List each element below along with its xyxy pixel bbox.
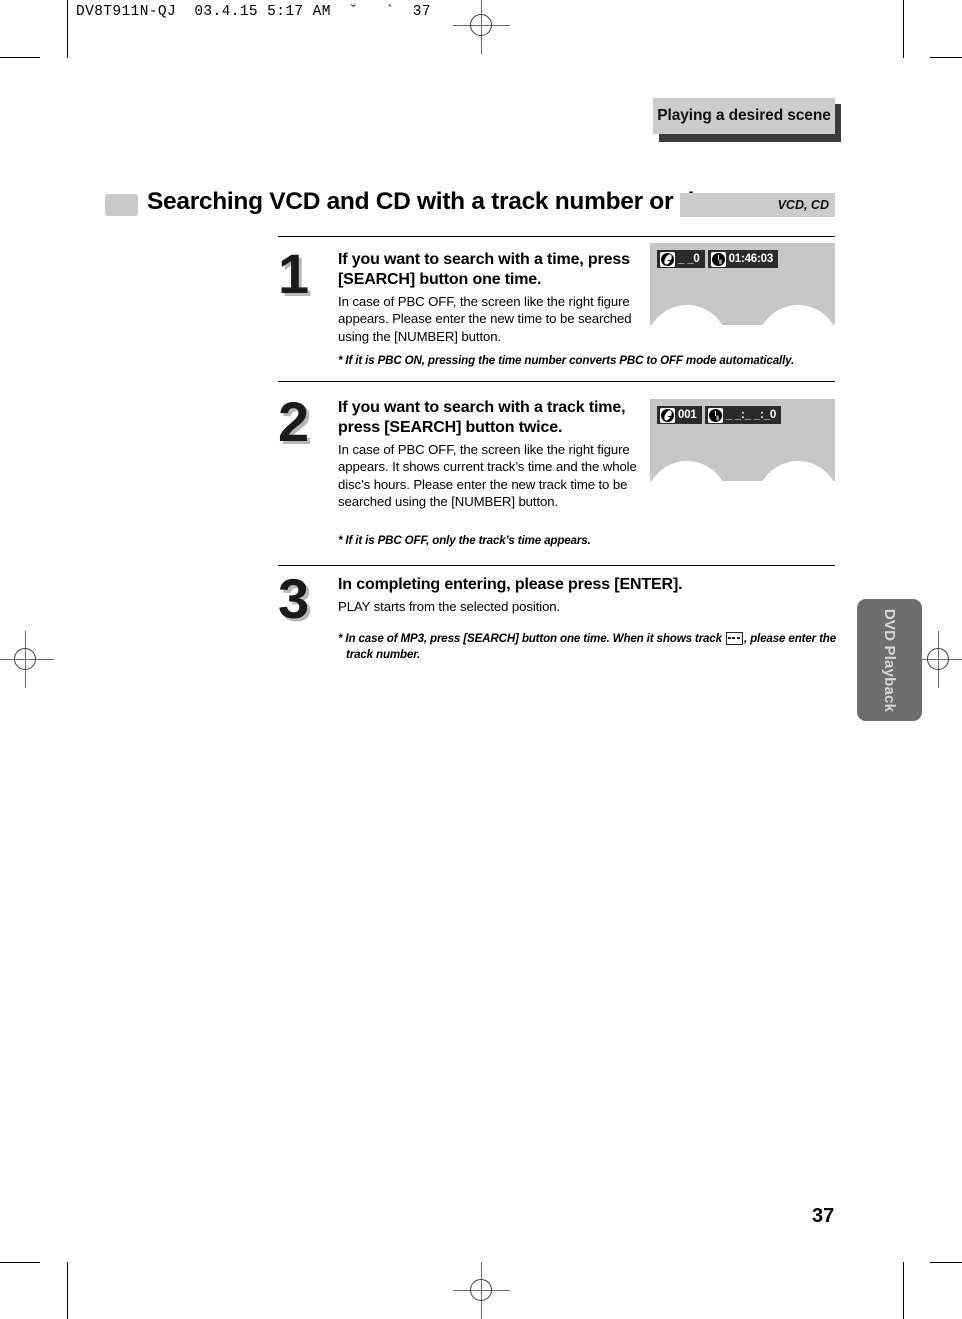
running-head: Playing a desired scene bbox=[653, 98, 841, 142]
crop-mark-bottom-right-vertical bbox=[903, 1262, 904, 1319]
registration-mark-left bbox=[0, 631, 54, 688]
disc-icon bbox=[660, 407, 675, 423]
crop-mark-left-bottom-horizontal bbox=[0, 1262, 40, 1263]
manual-page: DV8T911N-QJ 03.4.15 5:17 AM ˘ ` 37 Playi… bbox=[0, 0, 962, 1319]
osd-bottom-curve-right bbox=[755, 305, 835, 325]
step-1-osd-time-value: 01:46:03 bbox=[728, 253, 774, 265]
crop-mark-right-top-horizontal bbox=[930, 57, 962, 58]
step-2-osd-time-value: _ _:_ _:_0 bbox=[725, 409, 777, 421]
step-3-heading: In completing entering, please press [EN… bbox=[338, 576, 683, 593]
clock-icon bbox=[710, 251, 726, 267]
step-2-osd-time-cell: _ _:_ _:_0 bbox=[704, 406, 782, 424]
step-2-heading: If you want to search with a track time,… bbox=[338, 399, 626, 436]
prepress-slug: DV8T911N-QJ 03.4.15 5:17 AM ˘ ` 37 bbox=[76, 4, 431, 20]
page-title: Searching VCD and CD with a track number… bbox=[147, 188, 729, 215]
step-3-note: * In case of MP3, press [SEARCH] button … bbox=[338, 631, 838, 662]
step-3-note-part1: * In case of MP3, press [SEARCH] button … bbox=[338, 632, 722, 645]
step-1-osd-time-cell: 01:46:03 bbox=[707, 250, 779, 268]
crop-mark-bottom-left-vertical bbox=[67, 1262, 68, 1319]
section-bullet-chip bbox=[105, 194, 138, 216]
divider-step2-step3 bbox=[278, 565, 835, 566]
running-head-label: Playing a desired scene bbox=[657, 107, 831, 124]
step-2-osd-bar: 001 _ _:_ _:_0 bbox=[657, 406, 782, 424]
step-1-description: In case of PBC OFF, the screen like the … bbox=[338, 293, 632, 344]
disc-type-label: VCD, CD bbox=[777, 198, 829, 212]
step-3-description: PLAY starts from the selected position. bbox=[338, 598, 561, 614]
section-title-row: Searching VCD and CD with a track number… bbox=[105, 188, 835, 222]
divider-top bbox=[278, 236, 835, 237]
step-1-body: If you want to search with a time, press… bbox=[338, 250, 638, 345]
crop-mark-right-bottom-horizontal bbox=[930, 1262, 962, 1263]
step-2-osd-figure: 001 _ _:_ _:_0 bbox=[650, 399, 835, 481]
step-3-note-part3: track number. bbox=[346, 647, 421, 661]
registration-mark-top bbox=[453, 0, 510, 54]
osd-bottom-curve-left bbox=[650, 461, 730, 481]
step-3-note-part2: , please enter the bbox=[743, 632, 837, 645]
step-1-osd-bar: _ _0 01:46:03 bbox=[657, 250, 779, 268]
side-tab-dvd-playback[interactable]: DVD Playback bbox=[857, 599, 922, 721]
clock-icon bbox=[707, 407, 723, 423]
registration-mark-right bbox=[910, 631, 962, 688]
page-number: 37 bbox=[812, 1205, 835, 1227]
step-2-body: If you want to search with a track time,… bbox=[338, 398, 638, 511]
running-head-plate: Playing a desired scene bbox=[653, 98, 835, 134]
osd-bottom-curve-right bbox=[755, 461, 835, 481]
registration-mark-bottom bbox=[453, 1262, 510, 1319]
step-2-description: In case of PBC OFF, the screen like the … bbox=[338, 441, 637, 510]
step-1-osd-track-value: _ _0 bbox=[678, 253, 700, 265]
disc-type-badge: VCD, CD bbox=[680, 193, 835, 217]
step-1-osd-track-cell: _ _0 bbox=[657, 250, 705, 268]
crop-mark-top-right-vertical bbox=[903, 0, 904, 58]
osd-bottom-curve-left bbox=[650, 305, 730, 325]
step-1-osd-figure: _ _0 01:46:03 bbox=[650, 243, 835, 325]
side-tab-label: DVD Playback bbox=[881, 608, 899, 712]
crop-mark-left-top-horizontal bbox=[0, 57, 40, 58]
dashes-box-icon bbox=[725, 632, 743, 646]
step-3-body: In completing entering, please press [EN… bbox=[338, 575, 898, 615]
step-1-note: * If it is PBC ON, pressing the time num… bbox=[338, 354, 795, 367]
step-2-note: * If it is PBC OFF, only the track’s tim… bbox=[338, 534, 591, 547]
step-1-heading: If you want to search with a time, press… bbox=[338, 251, 630, 288]
step-3-number: 3 bbox=[278, 567, 310, 630]
step-1-number: 1 bbox=[278, 242, 310, 305]
disc-icon bbox=[660, 251, 675, 267]
divider-step1-step2 bbox=[278, 381, 835, 382]
step-2-osd-track-cell: 001 bbox=[657, 406, 702, 424]
crop-mark-top-left-vertical bbox=[67, 0, 68, 58]
step-2-number: 2 bbox=[278, 390, 310, 453]
step-2-osd-track-value: 001 bbox=[678, 409, 697, 421]
